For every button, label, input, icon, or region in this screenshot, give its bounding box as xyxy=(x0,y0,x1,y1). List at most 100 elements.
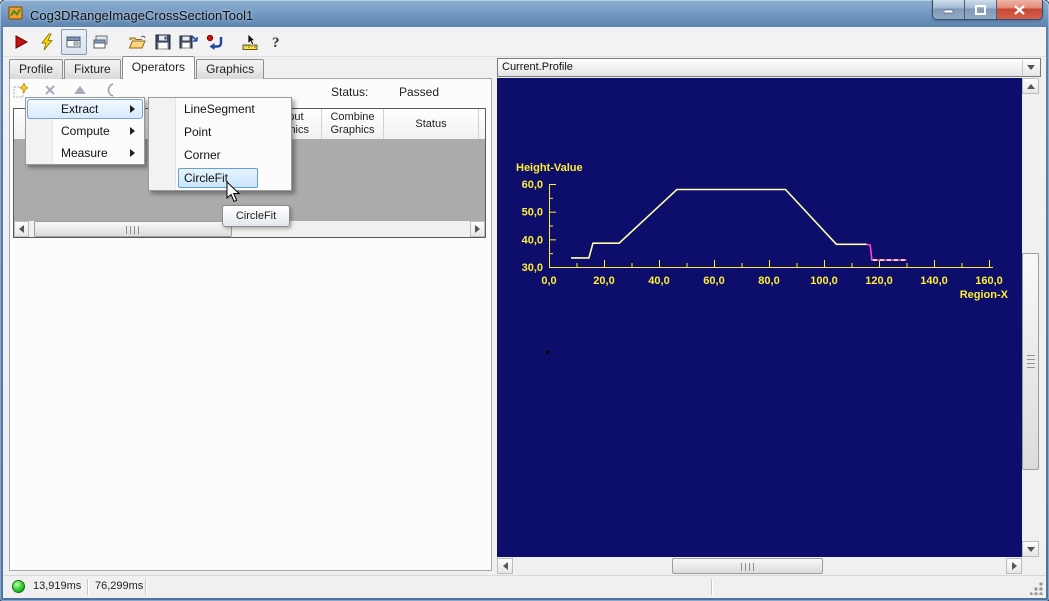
scrollbar-corner xyxy=(1022,558,1039,574)
display-selector[interactable]: Current.Profile xyxy=(497,58,1041,77)
arrow-up-icon xyxy=(1027,84,1035,89)
run-once-icon xyxy=(38,33,56,51)
grid-scroll-left-button[interactable] xyxy=(14,221,29,237)
caption-buttons xyxy=(932,0,1043,20)
maximize-icon xyxy=(975,5,986,15)
app-window: Cog3DRangeImageCrossSectionTool1 xyxy=(0,0,1049,601)
delete-operator-icon xyxy=(44,84,56,96)
run-button[interactable] xyxy=(9,30,33,54)
titlebar: Cog3DRangeImageCrossSectionTool1 xyxy=(8,4,253,26)
arrow-down-icon xyxy=(1027,547,1035,552)
display-selector-value: Current.Profile xyxy=(502,61,573,73)
menu-item-corner[interactable]: Corner xyxy=(149,144,291,167)
float-result-window-button[interactable] xyxy=(89,30,113,54)
grid-column-filler xyxy=(479,109,485,139)
submenu-arrow-icon xyxy=(130,127,135,135)
close-button[interactable] xyxy=(997,0,1042,19)
maximize-button[interactable] xyxy=(965,0,997,19)
save-as-button[interactable] xyxy=(177,30,201,54)
help-button[interactable]: ? xyxy=(265,30,289,54)
open-icon xyxy=(128,33,147,51)
status-value: Passed xyxy=(399,85,439,99)
display-hscroll-thumb[interactable] xyxy=(672,558,823,574)
show-result-window-button[interactable] xyxy=(61,29,87,55)
menu-item-point[interactable]: Point xyxy=(149,121,291,144)
display-hscrollbar[interactable] xyxy=(497,558,1022,574)
svg-text:20,0: 20,0 xyxy=(593,275,614,287)
svg-text:Region-X: Region-X xyxy=(960,289,1009,301)
profile-display: 0,020,040,060,080,0100,0120,0140,0160,03… xyxy=(497,78,1041,575)
menu-item-extract[interactable]: Extract xyxy=(26,98,144,120)
save-as-icon xyxy=(179,33,199,51)
profile-chart[interactable]: 0,020,040,060,080,0100,0120,0140,0160,03… xyxy=(497,78,1022,557)
grid-hscroll-thumb[interactable] xyxy=(34,221,232,237)
add-operator-button[interactable] xyxy=(12,82,28,98)
extract-submenu: LineSegment Point Corner CircleFit xyxy=(148,97,292,191)
statusbar-separator xyxy=(87,579,88,595)
tab-fixture[interactable]: Fixture xyxy=(64,59,121,79)
app-icon xyxy=(8,5,24,26)
delete-operator-button[interactable] xyxy=(42,82,58,98)
main-toolbar: ? xyxy=(3,27,1046,57)
chart-canvas: 0,020,040,060,080,0100,0120,0140,0160,03… xyxy=(497,78,1022,557)
statusbar-separator xyxy=(145,579,146,595)
move-up-button[interactable] xyxy=(72,82,88,98)
menu-item-circlefit[interactable]: CircleFit xyxy=(149,167,291,190)
tab-graphics[interactable]: Graphics xyxy=(196,59,264,79)
save-icon xyxy=(154,33,172,51)
tab-profile[interactable]: Profile xyxy=(9,59,63,79)
menu-item-measure[interactable]: Measure xyxy=(26,142,144,164)
pointer-measure-icon xyxy=(240,33,262,51)
save-button[interactable] xyxy=(151,30,175,54)
grip-icon xyxy=(126,226,140,234)
display-selector-dropdown-button[interactable] xyxy=(1022,60,1039,75)
display-scroll-up-button[interactable] xyxy=(1022,78,1039,94)
operator-context-menu: Extract Compute Measure xyxy=(25,97,145,165)
run-once-button[interactable] xyxy=(35,30,59,54)
status-label: Status: xyxy=(331,85,368,99)
mouse-cursor-icon xyxy=(226,182,242,209)
run-icon xyxy=(12,33,30,51)
display-scroll-right-button[interactable] xyxy=(1006,558,1022,574)
display-vscrollbar[interactable] xyxy=(1022,78,1039,557)
svg-text:100,0: 100,0 xyxy=(810,275,838,287)
open-button[interactable] xyxy=(125,30,149,54)
arc-icon xyxy=(104,83,116,97)
reset-button[interactable] xyxy=(203,30,227,54)
arrow-left-icon xyxy=(19,225,24,233)
client-area: ? Profile Fixture Operators Graphics xyxy=(3,27,1046,598)
reset-icon xyxy=(206,33,225,51)
grid-scroll-right-button[interactable] xyxy=(470,221,485,237)
minimize-button[interactable] xyxy=(933,0,965,19)
submenu-arrow-icon xyxy=(130,149,135,157)
grip-icon xyxy=(741,563,755,571)
status-led-icon xyxy=(12,580,25,593)
minimize-icon xyxy=(944,5,954,14)
tab-strip: Profile Fixture Operators Graphics xyxy=(9,57,265,79)
resize-grip[interactable] xyxy=(1030,582,1043,595)
menu-item-compute[interactable]: Compute xyxy=(26,120,144,142)
svg-text:60,0: 60,0 xyxy=(703,275,724,287)
pointer-measure-button[interactable] xyxy=(239,30,263,54)
add-operator-icon xyxy=(13,83,28,98)
svg-text:0,0: 0,0 xyxy=(541,275,556,287)
status-bar: 13,919ms 76,299ms xyxy=(3,575,1046,598)
process-time: 13,919ms xyxy=(33,580,81,592)
grid-column-status[interactable]: Status xyxy=(384,109,479,139)
svg-text:40,0: 40,0 xyxy=(522,234,543,246)
arrow-left-icon xyxy=(503,562,508,570)
display-scroll-left-button[interactable] xyxy=(497,558,513,574)
display-vscroll-thumb[interactable] xyxy=(1022,253,1039,470)
arc-button[interactable] xyxy=(102,82,118,98)
total-time: 76,299ms xyxy=(95,580,143,592)
menu-item-linesegment[interactable]: LineSegment xyxy=(149,98,291,121)
tab-operators[interactable]: Operators xyxy=(122,56,195,79)
chevron-down-icon xyxy=(1027,65,1035,70)
grid-column-combine-graphics[interactable]: Combine Graphics xyxy=(322,109,384,139)
window-title: Cog3DRangeImageCrossSectionTool1 xyxy=(30,8,253,23)
submenu-arrow-icon xyxy=(130,105,135,113)
display-scroll-down-button[interactable] xyxy=(1022,541,1039,557)
svg-text:160,0: 160,0 xyxy=(975,275,1003,287)
svg-text:30,0: 30,0 xyxy=(522,262,543,274)
svg-text:120,0: 120,0 xyxy=(865,275,893,287)
